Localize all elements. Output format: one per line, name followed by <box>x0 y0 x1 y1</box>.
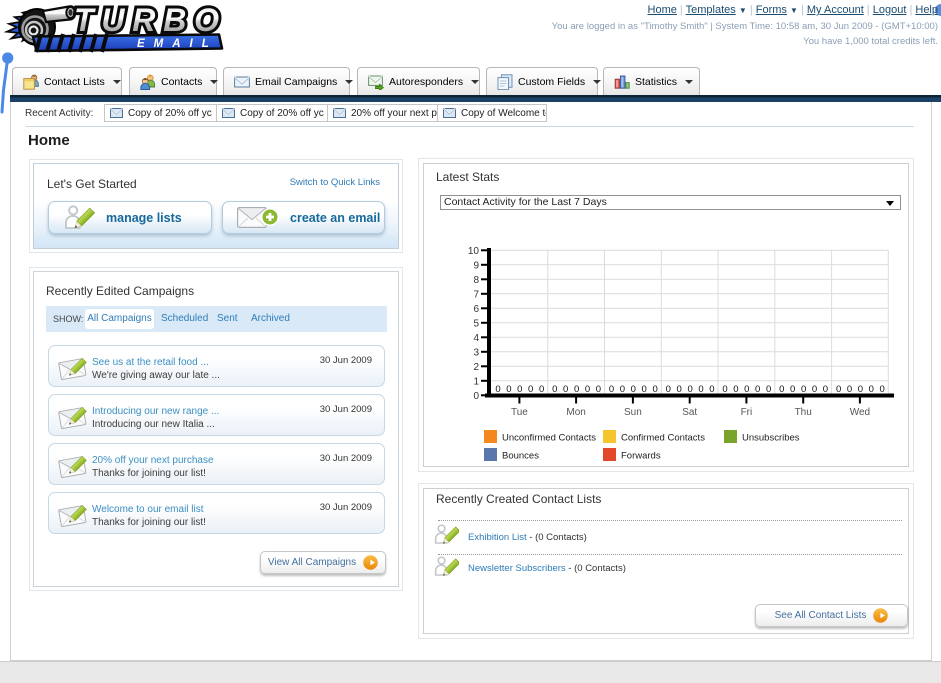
svg-text:0: 0 <box>801 384 806 395</box>
svg-text:0: 0 <box>766 384 771 395</box>
svg-text:0: 0 <box>609 384 614 395</box>
svg-text:0: 0 <box>506 384 511 395</box>
svg-text:0: 0 <box>880 384 885 395</box>
svg-text:Wed: Wed <box>850 407 870 418</box>
svg-text:0: 0 <box>790 384 795 395</box>
svg-text:0: 0 <box>858 384 863 395</box>
svg-text:0: 0 <box>677 384 682 395</box>
svg-text:Unconfirmed Contacts: Unconfirmed Contacts <box>502 433 596 444</box>
svg-text:Fri: Fri <box>741 407 753 418</box>
svg-text:8: 8 <box>473 275 479 286</box>
svg-text:Bounces: Bounces <box>502 451 539 462</box>
svg-text:2: 2 <box>473 362 479 373</box>
svg-text:0: 0 <box>596 384 601 395</box>
svg-text:0: 0 <box>698 384 703 395</box>
svg-text:Sun: Sun <box>624 407 642 418</box>
svg-text:1: 1 <box>473 376 479 387</box>
svg-text:0: 0 <box>744 384 749 395</box>
svg-text:3: 3 <box>473 347 479 358</box>
svg-text:0: 0 <box>812 384 817 395</box>
svg-text:0: 0 <box>585 384 590 395</box>
svg-text:0: 0 <box>652 384 657 395</box>
svg-text:0: 0 <box>823 384 828 395</box>
svg-text:0: 0 <box>517 384 522 395</box>
svg-text:10: 10 <box>468 246 480 257</box>
svg-text:Unsubscribes: Unsubscribes <box>742 433 800 444</box>
svg-text:Sat: Sat <box>682 407 697 418</box>
svg-text:0: 0 <box>709 384 714 395</box>
svg-text:0: 0 <box>563 384 568 395</box>
svg-text:6: 6 <box>473 304 479 315</box>
svg-text:0: 0 <box>755 384 760 395</box>
svg-text:TURBO: TURBO <box>74 2 220 38</box>
svg-text:0: 0 <box>779 384 784 395</box>
svg-text:0: 0 <box>539 384 544 395</box>
svg-text:0: 0 <box>666 384 671 395</box>
svg-text:9: 9 <box>473 260 479 271</box>
svg-text:0: 0 <box>631 384 636 395</box>
svg-text:Thu: Thu <box>795 407 812 418</box>
svg-text:0: 0 <box>473 391 479 402</box>
svg-text:0: 0 <box>528 384 533 395</box>
svg-text:4: 4 <box>473 333 479 344</box>
svg-text:Confirmed Contacts: Confirmed Contacts <box>621 433 705 444</box>
svg-text:0: 0 <box>836 384 841 395</box>
svg-text:Forwards: Forwards <box>621 451 661 462</box>
svg-text:0: 0 <box>620 384 625 395</box>
svg-text:5: 5 <box>473 318 479 329</box>
svg-text:0: 0 <box>869 384 874 395</box>
svg-text:EMAIL: EMAIL <box>137 38 218 50</box>
svg-text:Mon: Mon <box>566 407 585 418</box>
svg-text:0: 0 <box>687 384 692 395</box>
svg-text:0: 0 <box>642 384 647 395</box>
svg-text:Tue: Tue <box>511 407 528 418</box>
svg-text:0: 0 <box>495 384 500 395</box>
svg-text:0: 0 <box>552 384 557 395</box>
svg-text:0: 0 <box>733 384 738 395</box>
svg-text:0: 0 <box>574 384 579 395</box>
svg-text:0: 0 <box>722 384 727 395</box>
svg-text:0: 0 <box>847 384 852 395</box>
svg-text:7: 7 <box>473 289 479 300</box>
